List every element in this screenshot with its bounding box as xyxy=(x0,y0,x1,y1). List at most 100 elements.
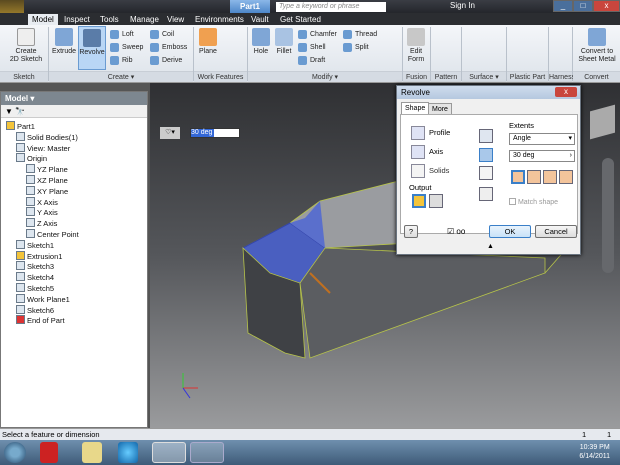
shell-button[interactable]: Shell xyxy=(298,42,326,53)
browser-node[interactable]: Sketch5 xyxy=(16,283,54,294)
internet-explorer-icon[interactable] xyxy=(118,442,138,463)
rib-button[interactable]: Rib xyxy=(110,55,133,66)
output-label: Output xyxy=(409,183,432,192)
direction-2-button[interactable] xyxy=(479,148,493,162)
feature-icon xyxy=(16,153,25,163)
flash-app-icon[interactable] xyxy=(40,442,58,463)
browser-node[interactable]: XZ Plane xyxy=(26,175,68,186)
browser-node[interactable]: YZ Plane xyxy=(26,164,68,175)
feature-icon xyxy=(26,185,35,195)
dialog-close-button[interactable]: x xyxy=(555,87,577,97)
start-button[interactable] xyxy=(4,442,26,463)
feature-icon xyxy=(16,293,25,303)
thread-button[interactable]: Thread xyxy=(343,29,377,40)
loft-button[interactable]: Loft xyxy=(110,29,134,40)
browser-node[interactable]: Sketch3 xyxy=(16,261,54,272)
browser-node[interactable]: View: Master xyxy=(16,142,70,154)
browser-node[interactable]: XY Plane xyxy=(26,185,68,197)
help-button[interactable]: ? xyxy=(404,225,418,238)
extents-type-dropdown[interactable]: Angle ▾ xyxy=(509,133,575,145)
output-surface-button[interactable] xyxy=(429,194,443,208)
inventor-taskbar-icon[interactable] xyxy=(152,442,186,463)
search-input[interactable]: Type a keyword or phrase xyxy=(276,2,386,12)
browser-node[interactable]: Sketch4 xyxy=(16,272,54,283)
sweep-button[interactable]: Sweep xyxy=(110,42,143,53)
browser-node[interactable]: Work Plane1 xyxy=(16,293,70,305)
group-pattern: Pattern xyxy=(431,71,461,82)
derive-button[interactable]: Derive xyxy=(150,55,182,66)
create-2d-sketch-button[interactable]: Create 2D Sketch xyxy=(6,28,46,64)
angle-direction-1-button[interactable] xyxy=(511,170,525,184)
angle-symmetric-button[interactable] xyxy=(543,170,557,184)
match-shape-checkbox[interactable]: Match shape xyxy=(509,198,558,206)
tab-inspect[interactable]: Inspect xyxy=(60,14,94,25)
edit-form-button[interactable]: Edit Form xyxy=(404,28,428,64)
solids-selector[interactable]: Solids xyxy=(409,164,449,178)
angle-direction-2-button[interactable] xyxy=(527,170,541,184)
ok-button[interactable]: OK xyxy=(489,225,531,238)
browser-node[interactable]: Origin xyxy=(16,153,47,164)
angle-input[interactable]: 30 deg xyxy=(190,128,240,138)
convert-to-sheet-metal-button[interactable]: Convert to Sheet Metal xyxy=(574,28,620,64)
file-explorer-icon[interactable] xyxy=(82,442,102,463)
angle-field[interactable]: 30 deg › xyxy=(509,150,575,162)
chamfer-button[interactable]: Chamfer xyxy=(298,29,337,40)
angle-asymmetric-button[interactable] xyxy=(559,170,573,184)
browser-title[interactable]: Model ▾ xyxy=(1,92,147,105)
browser-node[interactable]: Extrusion1 xyxy=(16,250,62,262)
tab-environments[interactable]: Environments xyxy=(191,14,248,25)
split-button[interactable]: Split xyxy=(343,42,369,53)
profile-selector[interactable]: Profile xyxy=(409,126,450,140)
extrude-button[interactable]: Extrude xyxy=(50,28,78,56)
close-button[interactable]: x xyxy=(593,0,620,12)
expand-arrow-icon[interactable]: ▲ xyxy=(487,243,494,250)
maximize-button[interactable]: □ xyxy=(573,0,593,12)
tab-tools[interactable]: Tools xyxy=(96,14,123,25)
symmetric-button[interactable] xyxy=(479,166,493,180)
filter-icon[interactable]: ▼ xyxy=(5,107,13,116)
feature-icon xyxy=(16,304,25,314)
fillet-button[interactable]: Fillet xyxy=(273,28,295,56)
system-clock[interactable]: 10:39 PM 6/14/2011 xyxy=(579,443,610,461)
direction-1-button[interactable] xyxy=(479,129,493,143)
hole-button[interactable]: Hole xyxy=(250,28,272,56)
feature-icon xyxy=(16,272,25,282)
axis-selector[interactable]: Axis xyxy=(409,145,443,159)
sign-in-link[interactable]: Sign In xyxy=(450,1,475,10)
output-solid-button[interactable] xyxy=(412,194,426,208)
feature-icon xyxy=(6,121,15,130)
emboss-button[interactable]: Emboss xyxy=(150,42,187,53)
browser-node[interactable]: End of Part xyxy=(16,315,65,326)
plane-button[interactable]: Plane xyxy=(196,28,220,56)
tab-vault[interactable]: Vault xyxy=(247,14,273,25)
group-surface[interactable]: Surface ▾ xyxy=(462,71,506,82)
browser-node[interactable]: Y Axis xyxy=(26,207,58,218)
draft-button[interactable]: Draft xyxy=(298,55,325,66)
revolve-button[interactable]: Revolve xyxy=(78,26,106,70)
browser-node[interactable]: Sketch1 xyxy=(16,239,54,251)
tab-manage[interactable]: Manage xyxy=(126,14,163,25)
cancel-button[interactable]: Cancel xyxy=(535,225,577,238)
tab-model[interactable]: Model xyxy=(28,14,58,25)
preview-toggle[interactable]: ☑ oo xyxy=(447,227,465,236)
join-button[interactable] xyxy=(479,187,493,201)
browser-node[interactable]: Solid Bodies(1) xyxy=(16,131,78,143)
minitoolbar-options-icon[interactable]: ♡▾ xyxy=(160,127,180,139)
tab-shape[interactable]: Shape xyxy=(401,102,430,114)
minimize-button[interactable]: _ xyxy=(553,0,573,12)
navigation-bar[interactable] xyxy=(602,158,614,273)
group-create[interactable]: Create ▾ xyxy=(49,71,193,82)
browser-node[interactable]: Z Axis xyxy=(26,218,57,229)
feature-icon xyxy=(16,283,25,292)
browser-node[interactable]: Center Point xyxy=(26,229,79,240)
tab-get-started[interactable]: Get Started xyxy=(276,14,325,25)
browser-node[interactable]: X Axis xyxy=(26,196,58,208)
find-icon[interactable]: 🔭 xyxy=(15,107,25,116)
browser-node[interactable]: Sketch6 xyxy=(16,304,54,316)
group-modify[interactable]: Modify ▾ xyxy=(248,71,402,82)
paint-taskbar-icon[interactable] xyxy=(190,442,224,463)
tab-more[interactable]: More xyxy=(428,103,452,114)
coil-button[interactable]: Coil xyxy=(150,29,174,40)
browser-node[interactable]: Part1 xyxy=(6,121,35,132)
tab-view[interactable]: View xyxy=(163,14,188,25)
